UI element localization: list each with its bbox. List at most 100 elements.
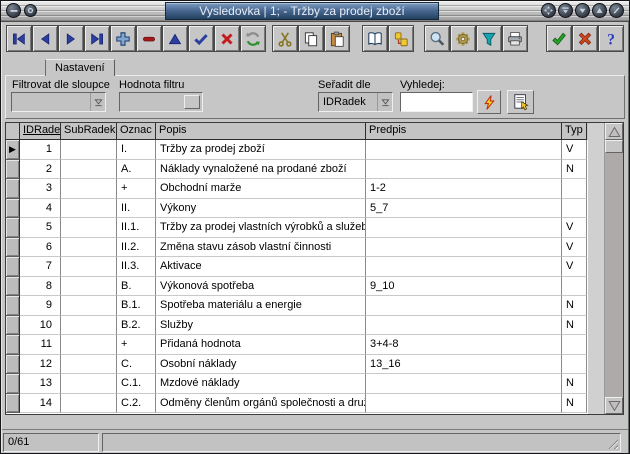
cell-predpis[interactable] [366, 374, 562, 394]
cell-popis[interactable]: Služby [156, 316, 366, 336]
column-header-predpis[interactable]: Predpis [366, 123, 562, 140]
search-button[interactable] [424, 25, 450, 52]
cell-oznac[interactable]: B. [117, 277, 156, 297]
cell-sub[interactable] [61, 140, 117, 160]
cell-popis[interactable]: Změna stavu zásob vlastní činnosti [156, 238, 366, 258]
prior-record-button[interactable] [32, 25, 58, 52]
help-button[interactable]: ? [598, 25, 624, 52]
cell-oznac[interactable]: + [117, 335, 156, 355]
cell-sub[interactable] [61, 296, 117, 316]
cell-id[interactable]: 2 [20, 160, 61, 180]
cell-id[interactable]: 8 [20, 277, 61, 297]
sticky-button[interactable] [24, 4, 37, 17]
cell-typ[interactable]: N [562, 374, 587, 394]
cell-id[interactable]: 12 [20, 355, 61, 375]
scroll-up-button[interactable] [605, 123, 623, 140]
search-input[interactable] [401, 93, 472, 111]
filter-column-combobox[interactable] [11, 92, 106, 112]
cell-sub[interactable] [61, 218, 117, 238]
titlebar[interactable]: Vysledovka | 1; - Tržby za prodej zboží [1, 1, 629, 22]
cell-id[interactable]: 4 [20, 199, 61, 219]
cell-popis[interactable]: Náklady vynaložené na prodané zboží [156, 160, 366, 180]
column-header-idradek[interactable]: IDRadek [20, 123, 61, 140]
cell-typ[interactable]: N [562, 316, 587, 336]
first-record-button[interactable] [6, 25, 32, 52]
cell-sub[interactable] [61, 199, 117, 219]
cell-typ[interactable] [562, 277, 587, 297]
refresh-button[interactable] [240, 25, 266, 52]
cell-oznac[interactable]: + [117, 179, 156, 199]
cell-oznac[interactable]: C.2. [117, 394, 156, 414]
cancel-record-button[interactable] [214, 25, 240, 52]
scrollbar-trough[interactable] [605, 153, 623, 397]
cell-predpis[interactable] [366, 218, 562, 238]
cell-id[interactable]: 14 [20, 394, 61, 414]
confirm-button[interactable] [546, 25, 572, 52]
search-field[interactable] [400, 92, 473, 112]
table-row[interactable]: 14 C.2.Odměny členům orgánů společnosti a… [6, 394, 588, 414]
cell-popis[interactable]: Odměny členům orgánů společnosti a družs… [156, 394, 366, 414]
table-row[interactable]: 4 II.Výkony5_7 [6, 199, 588, 219]
cell-popis[interactable]: Tržby za prodej vlastních výrobků a služ… [156, 218, 366, 238]
cell-popis[interactable]: Osobní náklady [156, 355, 366, 375]
column-header-popis[interactable]: Popis [156, 123, 366, 140]
shade-button[interactable] [558, 3, 573, 18]
table-row[interactable]: ▶1I.Tržby za prodej zbožíV [6, 140, 588, 160]
table-row[interactable]: 13 C.1.Mzdové náklady N [6, 374, 588, 394]
cell-typ[interactable]: V [562, 257, 587, 277]
close-button[interactable] [609, 3, 624, 18]
post-record-button[interactable] [188, 25, 214, 52]
cell-predpis[interactable]: 3+4-8 [366, 335, 562, 355]
cell-sub[interactable] [61, 316, 117, 336]
copy-button[interactable] [298, 25, 324, 52]
cell-predpis[interactable]: 5_7 [366, 199, 562, 219]
cell-typ[interactable]: N [562, 394, 587, 414]
settings-button[interactable] [450, 25, 476, 52]
maximize-button[interactable] [541, 3, 556, 18]
cell-popis[interactable]: Aktivace [156, 257, 366, 277]
window-menu-button[interactable] [6, 3, 21, 18]
cell-id[interactable]: 10 [20, 316, 61, 336]
transfer-button[interactable] [388, 25, 414, 52]
table-row[interactable]: 12C.Osobní náklady13_16 [6, 355, 588, 375]
cell-oznac[interactable]: I. [117, 140, 156, 160]
cell-oznac[interactable]: B.1. [117, 296, 156, 316]
table-row[interactable]: 10 B.2.Služby N [6, 316, 588, 336]
cell-id[interactable]: 13 [20, 374, 61, 394]
cell-popis[interactable]: Obchodní marže [156, 179, 366, 199]
cell-oznac[interactable]: II. [117, 199, 156, 219]
cell-id[interactable]: 7 [20, 257, 61, 277]
cell-sub[interactable] [61, 374, 117, 394]
cell-id[interactable]: 1 [20, 140, 61, 160]
cell-typ[interactable] [562, 199, 587, 219]
table-row[interactable]: 3+Obchodní marže1-2 [6, 179, 588, 199]
cell-popis[interactable]: Výkony [156, 199, 366, 219]
vertical-scrollbar[interactable] [605, 123, 623, 414]
table-row[interactable]: 2A.Náklady vynaložené na prodané zbožíN [6, 160, 588, 180]
column-header-oznac[interactable]: Oznac [117, 123, 156, 140]
cell-oznac[interactable]: C.1. [117, 374, 156, 394]
table-row[interactable]: 9B.1.Spotřeba materiálu a energieN [6, 296, 588, 316]
cell-popis[interactable]: Tržby za prodej zboží [156, 140, 366, 160]
cell-id[interactable]: 3 [20, 179, 61, 199]
raise-button[interactable] [592, 3, 607, 18]
last-record-button[interactable] [84, 25, 110, 52]
cell-oznac[interactable]: B.2. [117, 316, 156, 336]
cell-typ[interactable] [562, 355, 587, 375]
cell-sub[interactable] [61, 277, 117, 297]
cell-typ[interactable]: V [562, 218, 587, 238]
cell-id[interactable]: 6 [20, 238, 61, 258]
cell-oznac[interactable]: II.3. [117, 257, 156, 277]
column-header-typ[interactable]: Typ [562, 123, 587, 140]
cell-oznac[interactable]: II.2. [117, 238, 156, 258]
table-row[interactable]: 7 II.3.Aktivace V [6, 257, 588, 277]
edit-record-button[interactable] [162, 25, 188, 52]
resize-grip[interactable] [606, 437, 618, 449]
cell-popis[interactable]: Mzdové náklady [156, 374, 366, 394]
column-header-subradek[interactable]: SubRadek [61, 123, 117, 140]
cell-predpis[interactable] [366, 316, 562, 336]
cell-popis[interactable]: Výkonová spotřeba [156, 277, 366, 297]
cell-oznac[interactable]: A. [117, 160, 156, 180]
cell-popis[interactable]: Přidaná hodnota [156, 335, 366, 355]
cell-oznac[interactable]: II.1. [117, 218, 156, 238]
